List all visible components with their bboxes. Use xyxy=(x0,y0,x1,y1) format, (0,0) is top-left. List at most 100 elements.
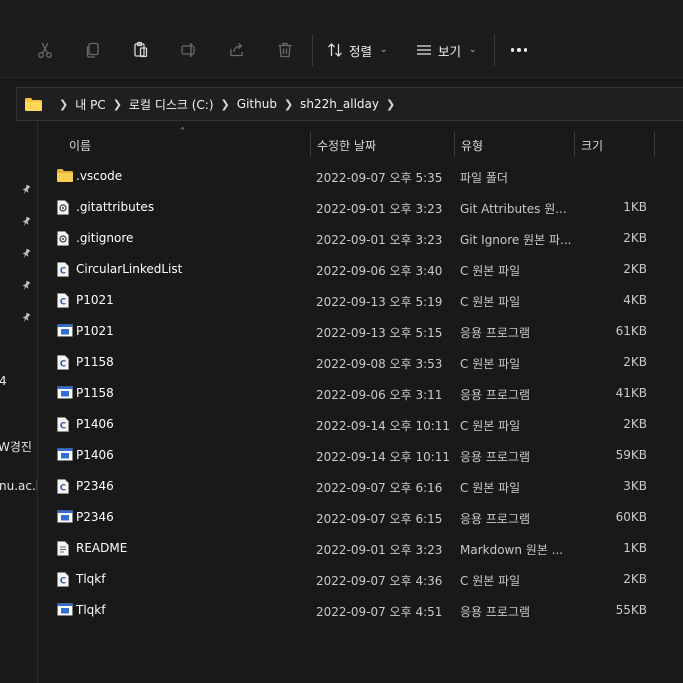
column-header-size[interactable]: 크기 xyxy=(581,137,603,154)
file-name[interactable]: Tlqkf xyxy=(76,603,105,617)
application-icon xyxy=(57,324,73,339)
file-type: C 원본 파일 xyxy=(460,357,521,371)
file-row[interactable]: C Tlqkf 2022-09-07 오후 4:36 C 원본 파일 2KB xyxy=(38,564,683,595)
file-name[interactable]: .gitignore xyxy=(76,231,133,245)
file-size: 41KB xyxy=(615,386,647,400)
breadcrumb-github[interactable]: Github xyxy=(237,97,277,111)
toolbar-edge xyxy=(0,40,4,60)
file-name[interactable]: P1406 xyxy=(76,417,114,431)
application-icon xyxy=(57,510,73,525)
more-icon xyxy=(510,48,515,52)
config-file-icon xyxy=(57,231,73,246)
paste-button[interactable] xyxy=(129,38,153,62)
file-row[interactable]: .vscode 2022-09-07 오후 5:35 파일 폴더 xyxy=(38,161,683,192)
file-type: Markdown 원본 ... xyxy=(460,543,564,557)
file-row[interactable]: README 2022-09-01 오후 3:23 Markdown 원본 ... 1… xyxy=(38,533,683,564)
file-row[interactable]: Tlqkf 2022-09-07 오후 4:51 응용 프로그램 55KB xyxy=(38,595,683,626)
file-name[interactable]: P2346 xyxy=(76,479,114,493)
file-name[interactable]: Tlqkf xyxy=(76,572,105,586)
chevron-right-icon: ❯ xyxy=(220,97,230,111)
file-row[interactable]: P2346 2022-09-07 오후 6:15 응용 프로그램 60KB xyxy=(38,502,683,533)
pin-icon[interactable] xyxy=(20,216,32,228)
view-label: 보기 xyxy=(438,43,462,59)
file-row[interactable]: .gitignore 2022-09-01 오후 3:23 Git Ignore 원… xyxy=(38,223,683,254)
more-icon-dot xyxy=(517,48,521,52)
file-row[interactable]: C P1406 2022-09-14 오후 10:11 C 원본 파일 2KB xyxy=(38,409,683,440)
breadcrumb-local-disk[interactable]: 로컬 디스크 (C:) xyxy=(129,96,214,113)
file-row[interactable]: C P1021 2022-09-13 오후 5:19 C 원본 파일 4KB xyxy=(38,285,683,316)
file-size: 3KB xyxy=(623,479,647,493)
file-name[interactable]: P1406 xyxy=(76,448,114,462)
file-size: 1KB xyxy=(623,541,647,555)
file-type: 응용 프로그램 xyxy=(460,605,531,619)
file-modified-date: 2022-09-08 오후 3:53 xyxy=(316,357,443,371)
address-bar[interactable]: ❯ 내 PC ❯ 로컬 디스크 (C:) ❯ Github ❯ sh22h_al… xyxy=(16,87,683,121)
file-size: 2KB xyxy=(623,355,647,369)
file-modified-date: 2022-09-01 오후 3:23 xyxy=(316,233,443,247)
column-divider[interactable] xyxy=(654,132,655,157)
c-source-file-icon: C xyxy=(57,355,73,370)
file-row[interactable]: P1406 2022-09-14 오후 10:11 응용 프로그램 59KB xyxy=(38,440,683,471)
cut-button[interactable] xyxy=(33,38,57,62)
file-row[interactable]: .gitattributes 2022-09-01 오후 3:23 Git Attr… xyxy=(38,192,683,223)
file-row[interactable]: C P2346 2022-09-07 오후 6:16 C 원본 파일 3KB xyxy=(38,471,683,502)
view-button[interactable]: 보기 ⌄ xyxy=(416,38,477,62)
more-options-button[interactable] xyxy=(507,38,531,62)
file-name[interactable]: P1158 xyxy=(76,355,114,369)
column-header-type[interactable]: 유형 xyxy=(461,137,483,154)
chevron-right-icon: ❯ xyxy=(112,97,122,111)
file-modified-date: 2022-09-07 오후 4:51 xyxy=(316,605,443,619)
file-name[interactable]: README xyxy=(76,541,127,555)
file-type: C 원본 파일 xyxy=(460,419,521,433)
file-type: 응용 프로그램 xyxy=(460,512,531,526)
column-divider[interactable] xyxy=(574,132,575,157)
c-source-file-icon: C xyxy=(57,479,73,494)
file-type: C 원본 파일 xyxy=(460,481,521,495)
file-type: C 원본 파일 xyxy=(460,295,521,309)
breadcrumb-repo[interactable]: sh22h_allday xyxy=(300,97,379,111)
folder-icon xyxy=(25,97,42,111)
share-button[interactable] xyxy=(225,38,249,62)
command-bar: 정렬 ⌄ 보기 ⌄ xyxy=(0,0,683,78)
config-file-icon xyxy=(57,200,73,215)
file-row[interactable]: C P1158 2022-09-08 오후 3:53 C 원본 파일 2KB xyxy=(38,347,683,378)
file-size: 2KB xyxy=(623,231,647,245)
column-headers: ˄ 이름 수정한 날짜 유형 크기 xyxy=(38,121,683,161)
chevron-right-icon[interactable]: ❯ xyxy=(386,98,395,111)
c-source-file-icon: C xyxy=(57,417,73,432)
column-divider[interactable] xyxy=(310,132,311,157)
file-row[interactable]: P1158 2022-09-06 오후 3:11 응용 프로그램 41KB xyxy=(38,378,683,409)
delete-button[interactable] xyxy=(273,38,297,62)
file-name[interactable]: P2346 xyxy=(76,510,114,524)
file-name[interactable]: .vscode xyxy=(76,169,122,183)
file-modified-date: 2022-09-13 오후 5:15 xyxy=(316,326,443,340)
pin-icon[interactable] xyxy=(20,248,32,260)
file-type: 응용 프로그램 xyxy=(460,388,531,402)
file-name[interactable]: P1021 xyxy=(76,324,114,338)
copy-button[interactable] xyxy=(81,38,105,62)
application-icon xyxy=(57,603,73,618)
column-header-name[interactable]: 이름 xyxy=(69,137,91,154)
nav-item-fragment[interactable]: nu.ac.k xyxy=(0,479,37,493)
more-icon-dot xyxy=(523,48,528,52)
column-divider[interactable] xyxy=(454,132,455,157)
pin-icon[interactable] xyxy=(20,280,32,292)
rename-icon xyxy=(181,43,195,57)
svg-text:C: C xyxy=(60,484,66,494)
file-type: Git Attributes 원... xyxy=(460,202,567,216)
nav-item-fragment[interactable]: 4 xyxy=(0,374,7,388)
file-name[interactable]: P1158 xyxy=(76,386,114,400)
pin-icon[interactable] xyxy=(20,184,32,196)
file-row[interactable]: C CircularLinkedList 2022-09-06 오후 3:40 C 원… xyxy=(38,254,683,285)
nav-item-fragment[interactable]: W경진 xyxy=(0,438,32,455)
pin-icon[interactable] xyxy=(20,312,32,324)
breadcrumb-this-pc[interactable]: 내 PC xyxy=(75,96,105,113)
file-name[interactable]: P1021 xyxy=(76,293,114,307)
sort-button[interactable]: 정렬 ⌄ xyxy=(327,38,388,62)
file-modified-date: 2022-09-07 오후 4:36 xyxy=(316,574,443,588)
column-header-date[interactable]: 수정한 날짜 xyxy=(317,137,376,154)
file-name[interactable]: CircularLinkedList xyxy=(76,262,182,276)
file-name[interactable]: .gitattributes xyxy=(76,200,154,214)
rename-button[interactable] xyxy=(177,38,201,62)
file-row[interactable]: P1021 2022-09-13 오후 5:15 응용 프로그램 61KB xyxy=(38,316,683,347)
